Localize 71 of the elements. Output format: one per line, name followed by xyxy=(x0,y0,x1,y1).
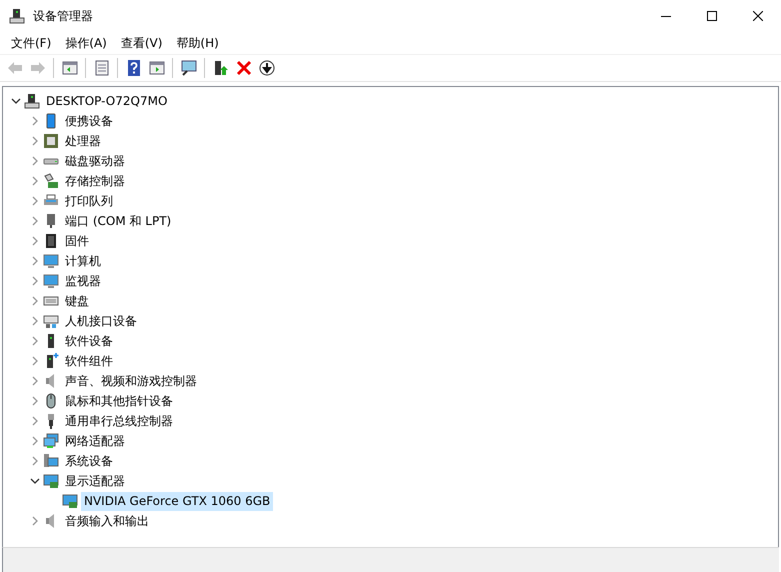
tree-item[interactable]: 显示适配器 xyxy=(62,472,128,490)
tree-item[interactable]: 通用串行总线控制器 xyxy=(62,412,176,430)
panel-icon xyxy=(62,60,78,76)
chevron-right-icon[interactable] xyxy=(30,396,40,406)
tree-item[interactable]: 存储控制器 xyxy=(62,172,128,190)
tree-item[interactable]: 处理器 xyxy=(62,132,104,150)
close-icon xyxy=(753,11,763,21)
tree-item[interactable]: 系统设备 xyxy=(62,452,116,470)
close-icon xyxy=(236,60,252,76)
memory-chip-icon xyxy=(43,233,59,249)
computer-icon xyxy=(43,453,59,469)
monitor-icon xyxy=(43,273,59,289)
chevron-right-icon[interactable] xyxy=(30,276,40,286)
chevron-right-icon[interactable] xyxy=(30,236,40,246)
tree-item[interactable]: 软件设备 xyxy=(62,332,116,350)
display-adapter-icon xyxy=(43,473,59,489)
tree-item[interactable]: 打印队列 xyxy=(62,192,116,210)
chevron-right-icon[interactable] xyxy=(30,516,40,526)
help-icon xyxy=(126,60,142,76)
tree-item[interactable]: 软件组件 xyxy=(62,352,116,370)
menu-item[interactable]: 帮助(H) xyxy=(169,34,226,52)
tree-item[interactable]: 音频输入和输出 xyxy=(62,512,152,530)
down-arrow-circle-icon xyxy=(258,60,274,76)
chevron-right-icon[interactable] xyxy=(30,416,40,426)
chevron-right-icon[interactable] xyxy=(30,316,40,326)
tree-item[interactable]: 固件 xyxy=(62,232,92,250)
tree-item[interactable]: 磁盘驱动器 xyxy=(62,152,128,170)
menu-item[interactable]: 操作(A) xyxy=(58,34,114,52)
chevron-right-icon[interactable] xyxy=(30,336,40,346)
tree-item[interactable]: DESKTOP-O72Q7MO xyxy=(43,92,170,110)
menu-item[interactable]: 文件(F) xyxy=(4,34,58,52)
chevron-right-icon[interactable] xyxy=(30,216,40,226)
tree-item[interactable]: 网络适配器 xyxy=(62,432,128,450)
chevron-down-icon[interactable] xyxy=(11,96,21,106)
chevron-right-icon[interactable] xyxy=(30,456,40,466)
tree-item[interactable]: 键盘 xyxy=(62,292,92,310)
tree-item[interactable]: 鼠标和其他指针设备 xyxy=(62,392,176,410)
tree-item[interactable]: 计算机 xyxy=(62,252,104,270)
chevron-right-icon[interactable] xyxy=(30,296,40,306)
back-arrow-icon xyxy=(6,60,22,76)
monitor-icon xyxy=(43,253,59,269)
chevron-right-icon[interactable] xyxy=(30,196,40,206)
tree-item[interactable]: NVIDIA GeForce GTX 1060 6GB xyxy=(81,492,274,510)
chevron-right-icon[interactable] xyxy=(30,376,40,386)
tree-item[interactable]: 监视器 xyxy=(62,272,104,290)
tree-item[interactable]: 声音、视频和游戏控制器 xyxy=(62,372,200,390)
chevron-right-icon[interactable] xyxy=(30,256,40,266)
display-adapter-icon xyxy=(62,493,78,509)
tree-item[interactable]: 人机接口设备 xyxy=(62,312,140,330)
storage-controller-icon xyxy=(43,173,59,189)
tree-item[interactable]: 便携设备 xyxy=(62,112,116,130)
forward-arrow-icon xyxy=(30,60,46,76)
chevron-right-icon[interactable] xyxy=(30,176,40,186)
chip-icon xyxy=(43,133,59,149)
chevron-right-icon[interactable] xyxy=(30,356,40,366)
document-icon xyxy=(94,60,110,76)
computer-icon xyxy=(24,93,40,109)
computer-icon xyxy=(9,8,25,24)
menu-item[interactable]: 查看(V) xyxy=(114,34,170,52)
monitor-search-icon xyxy=(180,60,196,76)
panel-icon xyxy=(148,60,164,76)
tree-item[interactable]: 端口 (COM 和 LPT) xyxy=(62,212,174,230)
chevron-down-icon[interactable] xyxy=(30,476,40,486)
network-icon xyxy=(43,433,59,449)
chevron-right-icon[interactable] xyxy=(30,156,40,166)
chevron-right-icon[interactable] xyxy=(30,116,40,126)
maximize-icon xyxy=(707,11,717,21)
chevron-right-icon[interactable] xyxy=(30,136,40,146)
chevron-right-icon[interactable] xyxy=(30,436,40,446)
window-title: 设备管理器 xyxy=(33,8,94,24)
device-up-arrow-icon xyxy=(212,60,228,76)
